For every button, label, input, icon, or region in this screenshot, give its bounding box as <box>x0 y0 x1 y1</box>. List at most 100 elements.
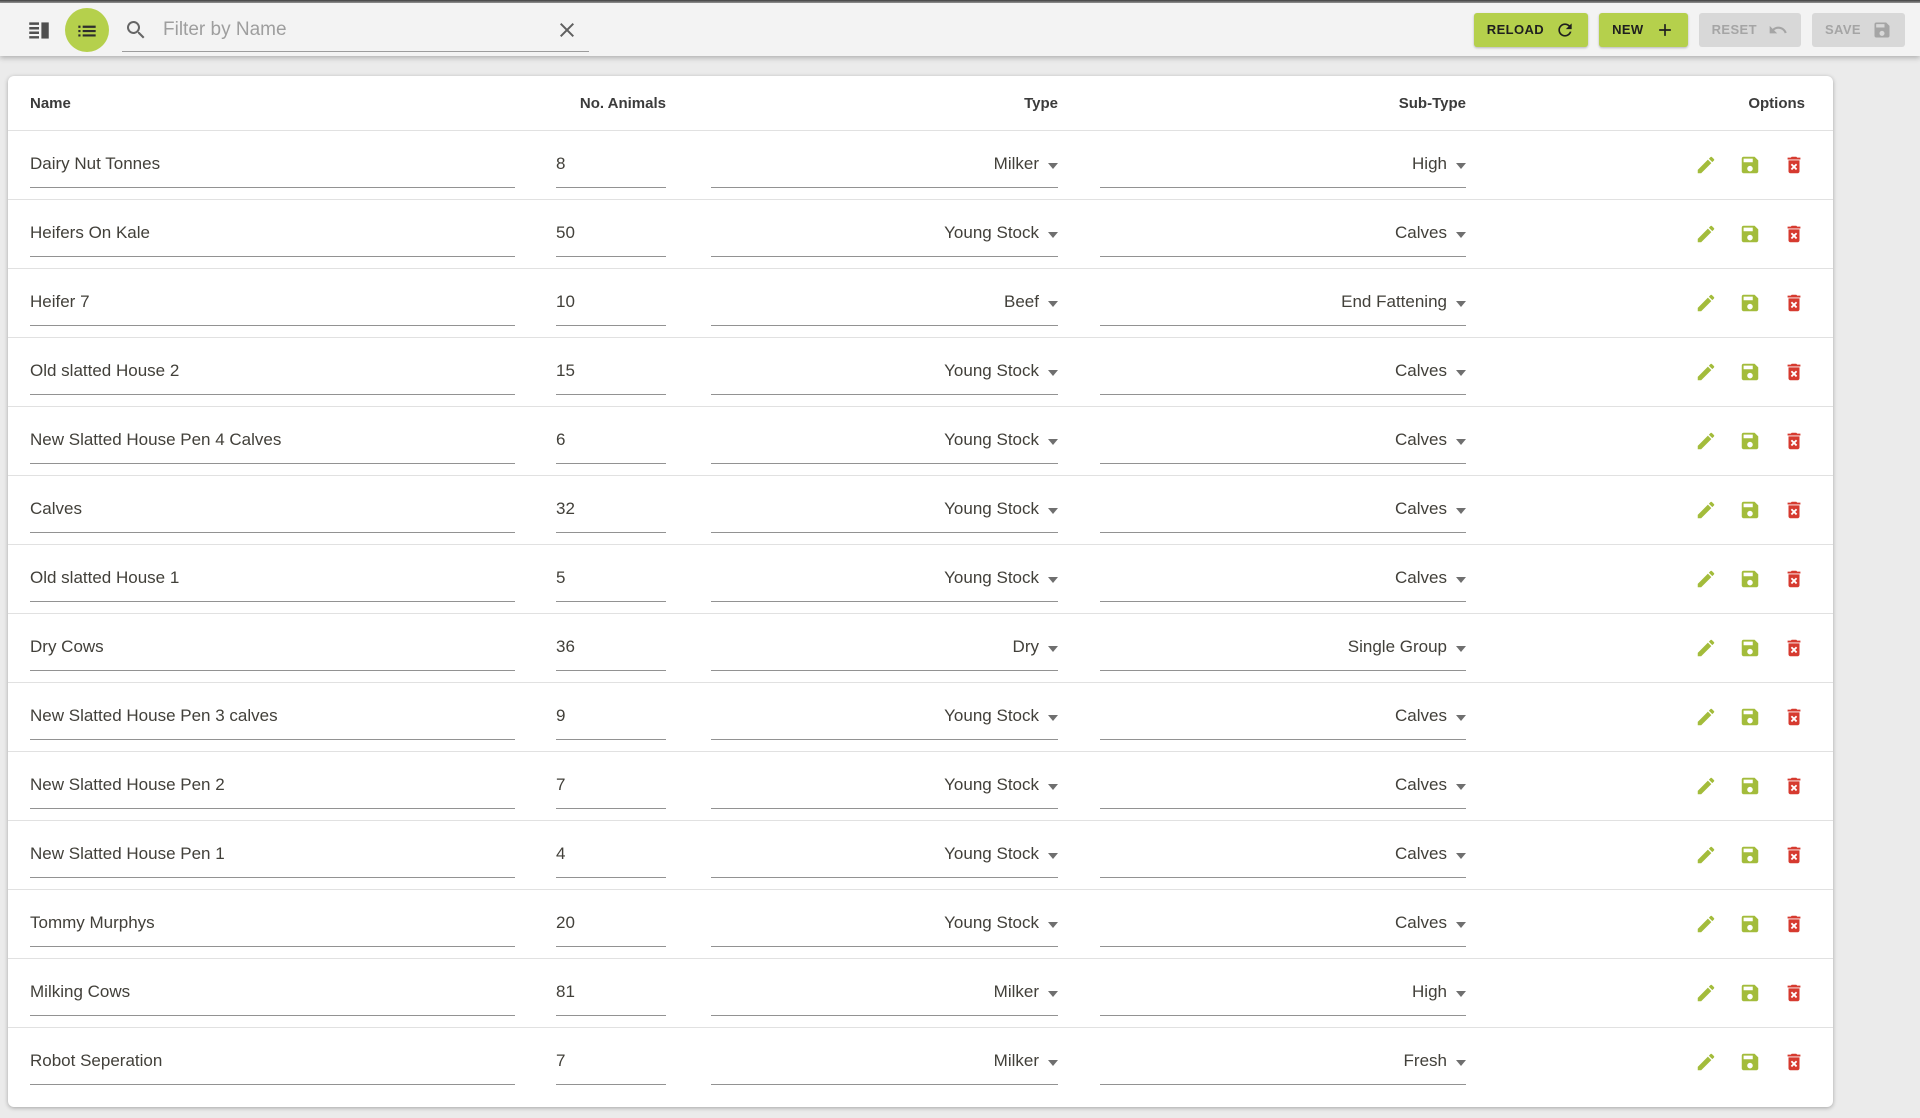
save-row-button[interactable] <box>1739 706 1761 728</box>
name-input[interactable]: Heifers On Kale <box>30 211 515 257</box>
edit-row-button[interactable] <box>1695 844 1717 866</box>
subtype-select[interactable]: Calves <box>1100 349 1466 395</box>
filter-input[interactable] <box>161 18 542 42</box>
edit-row-button[interactable] <box>1695 637 1717 659</box>
name-input[interactable]: Dry Cows <box>30 625 515 671</box>
type-select[interactable]: Beef <box>711 280 1058 326</box>
animals-input[interactable]: 7 <box>556 763 666 809</box>
subtype-select[interactable]: Calves <box>1100 694 1466 740</box>
name-input[interactable]: Old slatted House 2 <box>30 349 515 395</box>
delete-row-button[interactable] <box>1783 154 1805 176</box>
name-input[interactable]: Calves <box>30 487 515 533</box>
edit-row-button[interactable] <box>1695 775 1717 797</box>
reset-button[interactable]: RESET <box>1698 12 1801 47</box>
edit-row-button[interactable] <box>1695 568 1717 590</box>
edit-row-button[interactable] <box>1695 430 1717 452</box>
type-select[interactable]: Milker <box>711 142 1058 188</box>
edit-row-button[interactable] <box>1695 223 1717 245</box>
type-select[interactable]: Dry <box>711 625 1058 671</box>
save-row-button[interactable] <box>1739 154 1761 176</box>
name-input[interactable]: Milking Cows <box>30 970 515 1016</box>
delete-row-button[interactable] <box>1783 1051 1805 1073</box>
edit-row-button[interactable] <box>1695 706 1717 728</box>
delete-row-button[interactable] <box>1783 844 1805 866</box>
name-input[interactable]: New Slatted House Pen 3 calves <box>30 694 515 740</box>
animals-input[interactable]: 32 <box>556 487 666 533</box>
clear-filter-button[interactable] <box>555 18 579 42</box>
subtype-select[interactable]: End Fattening <box>1100 280 1466 326</box>
animals-input[interactable]: 9 <box>556 694 666 740</box>
delete-row-button[interactable] <box>1783 361 1805 383</box>
edit-row-button[interactable] <box>1695 499 1717 521</box>
delete-row-button[interactable] <box>1783 775 1805 797</box>
save-row-button[interactable] <box>1739 292 1761 314</box>
edit-row-button[interactable] <box>1695 913 1717 935</box>
edit-row-button[interactable] <box>1695 292 1717 314</box>
filter-field[interactable] <box>122 10 589 52</box>
subtype-select[interactable]: High <box>1100 142 1466 188</box>
delete-row-button[interactable] <box>1783 913 1805 935</box>
delete-row-button[interactable] <box>1783 499 1805 521</box>
type-select[interactable]: Young Stock <box>711 418 1058 464</box>
subtype-select[interactable]: Calves <box>1100 832 1466 878</box>
save-row-button[interactable] <box>1739 637 1761 659</box>
subtype-select[interactable]: Calves <box>1100 763 1466 809</box>
edit-row-button[interactable] <box>1695 154 1717 176</box>
reload-button[interactable]: RELOAD <box>1473 12 1589 47</box>
name-input[interactable]: Dairy Nut Tonnes <box>30 142 515 188</box>
animals-input[interactable]: 4 <box>556 832 666 878</box>
type-select[interactable]: Young Stock <box>711 211 1058 257</box>
delete-row-button[interactable] <box>1783 568 1805 590</box>
subtype-select[interactable]: Calves <box>1100 418 1466 464</box>
animals-input[interactable]: 6 <box>556 418 666 464</box>
save-row-button[interactable] <box>1739 223 1761 245</box>
save-row-button[interactable] <box>1739 1051 1761 1073</box>
name-input[interactable]: Heifer 7 <box>30 280 515 326</box>
save-row-button[interactable] <box>1739 844 1761 866</box>
delete-row-button[interactable] <box>1783 292 1805 314</box>
animals-input[interactable]: 10 <box>556 280 666 326</box>
animals-input[interactable]: 15 <box>556 349 666 395</box>
save-row-button[interactable] <box>1739 775 1761 797</box>
type-select[interactable]: Young Stock <box>711 556 1058 602</box>
name-input[interactable]: Robot Seperation <box>30 1039 515 1085</box>
save-row-button[interactable] <box>1739 430 1761 452</box>
name-input[interactable]: Old slatted House 1 <box>30 556 515 602</box>
type-select[interactable]: Milker <box>711 970 1058 1016</box>
type-select[interactable]: Milker <box>711 1039 1058 1085</box>
edit-row-button[interactable] <box>1695 361 1717 383</box>
subtype-select[interactable]: High <box>1100 970 1466 1016</box>
type-select[interactable]: Young Stock <box>711 487 1058 533</box>
new-button[interactable]: NEW <box>1599 12 1688 47</box>
subtype-select[interactable]: Calves <box>1100 487 1466 533</box>
type-select[interactable]: Young Stock <box>711 901 1058 947</box>
type-select[interactable]: Young Stock <box>711 694 1058 740</box>
animals-input[interactable]: 7 <box>556 1039 666 1085</box>
subtype-select[interactable]: Fresh <box>1100 1039 1466 1085</box>
animals-input[interactable]: 50 <box>556 211 666 257</box>
delete-row-button[interactable] <box>1783 982 1805 1004</box>
subtype-select[interactable]: Single Group <box>1100 625 1466 671</box>
split-view-toggle[interactable] <box>26 17 52 43</box>
subtype-select[interactable]: Calves <box>1100 556 1466 602</box>
animals-input[interactable]: 36 <box>556 625 666 671</box>
name-input[interactable]: New Slatted House Pen 1 <box>30 832 515 878</box>
delete-row-button[interactable] <box>1783 706 1805 728</box>
save-row-button[interactable] <box>1739 568 1761 590</box>
group-list-button[interactable] <box>65 7 109 52</box>
animals-input[interactable]: 81 <box>556 970 666 1016</box>
edit-row-button[interactable] <box>1695 982 1717 1004</box>
name-input[interactable]: New Slatted House Pen 2 <box>30 763 515 809</box>
name-input[interactable]: New Slatted House Pen 4 Calves <box>30 418 515 464</box>
save-row-button[interactable] <box>1739 361 1761 383</box>
subtype-select[interactable]: Calves <box>1100 211 1466 257</box>
save-button[interactable]: SAVE <box>1811 12 1905 47</box>
subtype-select[interactable]: Calves <box>1100 901 1466 947</box>
save-row-button[interactable] <box>1739 982 1761 1004</box>
delete-row-button[interactable] <box>1783 637 1805 659</box>
animals-input[interactable]: 20 <box>556 901 666 947</box>
delete-row-button[interactable] <box>1783 223 1805 245</box>
save-row-button[interactable] <box>1739 913 1761 935</box>
save-row-button[interactable] <box>1739 499 1761 521</box>
type-select[interactable]: Young Stock <box>711 763 1058 809</box>
